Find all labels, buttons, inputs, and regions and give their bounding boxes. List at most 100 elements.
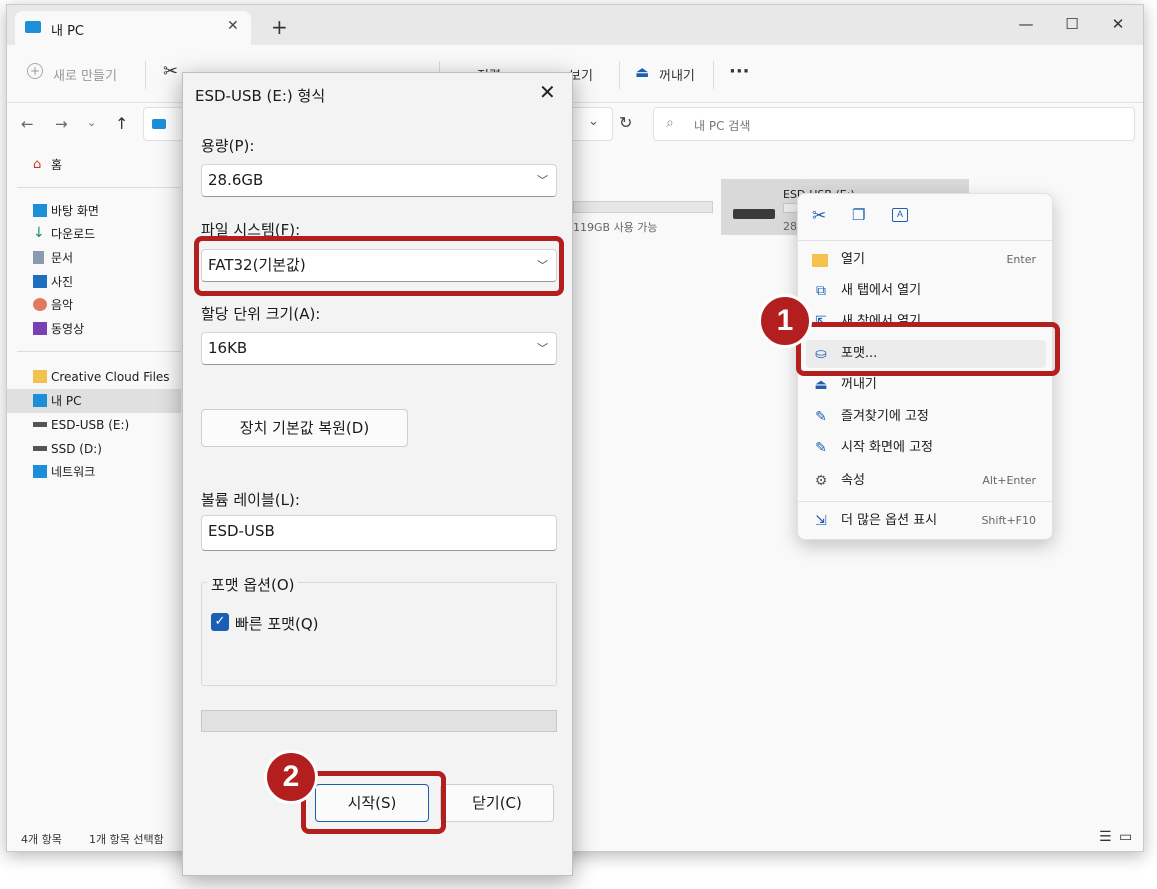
cut-icon[interactable]: ✂: [812, 206, 826, 226]
sidebar-item-home[interactable]: ⌂ 홈: [7, 153, 181, 177]
close-button[interactable]: 닫기(C): [440, 784, 554, 822]
back-icon[interactable]: ←: [21, 115, 34, 133]
allocation-label: 할당 단위 크기(A):: [201, 305, 321, 323]
menu-divider: [798, 501, 1052, 502]
new-tab-icon: ⧉: [816, 283, 826, 299]
quick-format-checkbox[interactable]: ✓: [211, 613, 229, 631]
home-icon: ⌂: [33, 157, 42, 172]
copy-icon[interactable]: ❐: [852, 206, 865, 224]
search-icon: ⌕: [666, 115, 674, 131]
sidebar-item-esd-usb[interactable]: ESD-USB (E:): [7, 413, 181, 437]
format-options-group: [201, 582, 557, 686]
sidebar-item-this-pc[interactable]: 내 PC: [7, 389, 181, 413]
cut-icon[interactable]: ✂: [163, 61, 178, 82]
toolbar-divider: [145, 61, 146, 89]
sidebar-divider: [17, 351, 181, 352]
maximize-button[interactable]: ☐: [1049, 9, 1095, 39]
menu-item-properties[interactable]: ⚙ 속성 Alt+Enter: [806, 467, 1046, 495]
dropdown-chevron-icon[interactable]: ⌄: [588, 114, 599, 129]
sidebar-item-desktop[interactable]: 바탕 화면: [7, 199, 181, 223]
close-window-button[interactable]: ✕: [1095, 9, 1141, 39]
monitor-icon: [33, 394, 47, 407]
drive-icon: [33, 446, 47, 451]
toolbar-divider: [619, 61, 620, 89]
eject-button[interactable]: 꺼내기: [659, 65, 695, 84]
tab-this-pc[interactable]: 내 PC ✕: [15, 11, 251, 47]
sidebar-item-documents[interactable]: 문서: [7, 246, 181, 270]
new-button[interactable]: 새로 만들기: [53, 65, 117, 84]
eject-icon: ⏏: [635, 63, 650, 81]
restore-defaults-button[interactable]: 장치 기본값 복원(D): [201, 409, 408, 447]
tab-bar: 내 PC ✕ + — ☐ ✕: [7, 5, 1143, 47]
sidebar-divider: [17, 187, 181, 188]
folder-icon: [812, 254, 828, 267]
pin-icon: ✎: [815, 409, 827, 425]
minimize-button[interactable]: —: [1003, 9, 1049, 39]
pictures-icon: [33, 275, 47, 288]
sidebar-item-pictures[interactable]: 사진: [7, 270, 181, 294]
download-icon: ↓: [33, 225, 45, 241]
menu-item-more-options[interactable]: ⇲ 더 많은 옵션 표시 Shift+F10: [806, 507, 1046, 535]
capacity-dropdown[interactable]: 28.6GB ﹀: [201, 164, 557, 197]
volume-label-label: 볼륨 레이블(L):: [201, 491, 300, 509]
menu-item-pin-start[interactable]: ✎ 시작 화면에 고정: [806, 434, 1046, 462]
format-dialog: ESD-USB (E:) 형식 ✕ 용량(P): 28.6GB ﹀ 파일 시스템…: [182, 72, 573, 876]
format-menu-highlight: [796, 322, 1060, 376]
document-icon: [33, 251, 44, 264]
format-progress-bar: [201, 710, 557, 732]
chevron-down-icon: ﹀: [537, 174, 548, 187]
desktop-icon: [33, 204, 47, 217]
drive-icon: [33, 422, 47, 427]
step-1-badge: 1: [758, 294, 812, 348]
drive-icon: [733, 209, 775, 219]
start-button-highlight: [301, 771, 446, 834]
drive-usage-bar: [573, 201, 713, 213]
allocation-size-dropdown[interactable]: 16KB ﹀: [201, 332, 557, 365]
format-options-label: 포맷 옵션(O): [207, 574, 299, 595]
menu-divider: [798, 240, 1052, 241]
capacity-label: 용량(P):: [201, 137, 255, 155]
more-button[interactable]: ···: [729, 61, 750, 82]
selection-count: 1개 항목 선택함: [89, 833, 164, 846]
up-icon[interactable]: ↑: [115, 114, 128, 133]
new-tab-button[interactable]: +: [271, 15, 288, 39]
sidebar-item-creative-cloud[interactable]: Creative Cloud Files: [7, 365, 181, 389]
tiles-view-icon[interactable]: ▭: [1119, 829, 1132, 845]
monitor-icon: [25, 21, 41, 33]
dialog-close-button[interactable]: ✕: [539, 80, 556, 104]
menu-item-pin-quick-access[interactable]: ✎ 즐겨찾기에 고정: [806, 403, 1046, 431]
sidebar-item-videos[interactable]: 동영상: [7, 317, 181, 341]
more-options-icon: ⇲: [815, 513, 827, 529]
search-box[interactable]: ⌕ 내 PC 검색: [653, 107, 1135, 141]
dialog-title: ESD-USB (E:) 형식: [195, 87, 326, 105]
network-icon: [33, 465, 47, 478]
recent-icon[interactable]: ⌄: [87, 116, 96, 129]
rename-icon[interactable]: A: [892, 208, 908, 222]
drive-free-space: 119GB 사용 가능: [573, 221, 658, 234]
toolbar-divider: [713, 61, 714, 89]
sidebar-item-downloads[interactable]: ↓ 다운로드: [7, 222, 181, 246]
details-view-icon[interactable]: ☰: [1099, 829, 1112, 845]
wrench-icon: ⚙: [814, 473, 828, 489]
chevron-down-icon: ﹀: [537, 342, 548, 355]
monitor-icon: [152, 119, 166, 129]
sidebar-item-ssd[interactable]: SSD (D:): [7, 437, 181, 461]
filesystem-highlight: [194, 236, 564, 296]
forward-icon[interactable]: →: [55, 115, 68, 133]
folder-icon: [33, 370, 47, 383]
sidebar-item-network[interactable]: 네트워크: [7, 460, 181, 484]
close-tab-icon[interactable]: ✕: [227, 18, 239, 34]
video-icon: [33, 322, 47, 335]
volume-label-input[interactable]: ESD-USB: [201, 515, 557, 551]
quick-format-label[interactable]: 빠른 포맷(Q): [235, 613, 318, 634]
search-placeholder: 내 PC 검색: [694, 119, 751, 133]
step-2-badge: 2: [264, 750, 318, 804]
refresh-icon[interactable]: ↻: [619, 113, 632, 132]
eject-icon: ⏏: [814, 377, 828, 393]
sidebar-item-music[interactable]: 음악: [7, 293, 181, 317]
tab-title: 내 PC: [51, 24, 85, 39]
item-count: 4개 항목: [21, 833, 62, 846]
navigation-pane: ⌂ 홈 바탕 화면 ↓ 다운로드 문서 사진 음악 동영상 Creative C…: [7, 149, 183, 825]
menu-item-open[interactable]: 열기 Enter: [806, 246, 1046, 274]
menu-item-open-new-tab[interactable]: ⧉ 새 탭에서 열기: [806, 277, 1046, 305]
